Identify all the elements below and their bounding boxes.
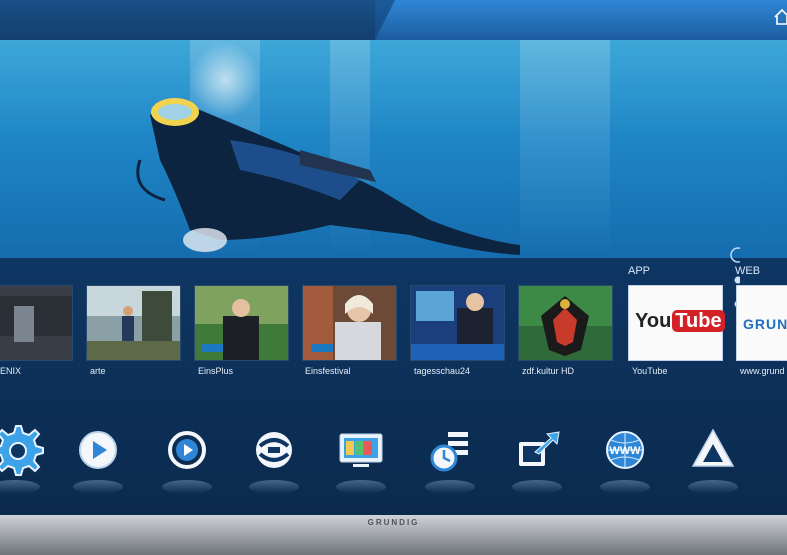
home-icon[interactable] (773, 8, 787, 26)
tv-screen: APP WEB ENIX arte EinsPlus Einsfestival … (0, 0, 787, 515)
play-icon[interactable] (68, 420, 128, 480)
hero-banner-diver[interactable] (0, 40, 787, 258)
channel-label: zdf.kultur HD (522, 366, 575, 376)
top-tab-right[interactable] (375, 0, 787, 40)
sharing-icon[interactable] (244, 420, 304, 480)
diver-image (136, 42, 520, 255)
app-label: www.grund (740, 366, 785, 376)
channel-tile-arte[interactable] (86, 285, 181, 361)
top-bar (0, 0, 787, 41)
app-tile-grundig-web[interactable]: GRUN (736, 285, 787, 361)
triangle-app-icon[interactable] (683, 420, 743, 480)
dock-reflection (336, 480, 386, 494)
dock-reflection (600, 480, 650, 494)
grundig-web-logo: GRUN (743, 316, 787, 332)
channel-label: tagesschau24 (414, 366, 471, 376)
media-player-icon[interactable] (157, 420, 217, 480)
dock-reflection (0, 480, 40, 494)
channel-label: arte (90, 366, 106, 376)
section-app-label: APP (628, 265, 651, 277)
brand-logo: GRUNDIG (367, 518, 420, 527)
channel-tile-tagesschau24[interactable] (410, 285, 505, 361)
share-export-icon[interactable] (507, 420, 567, 480)
settings-gear-icon[interactable] (0, 420, 46, 480)
channel-tile-zdf-kultur[interactable] (518, 285, 613, 361)
channel-tile-einsplus[interactable] (194, 285, 289, 361)
dock-reflection (512, 480, 562, 494)
timer-list-icon[interactable] (420, 420, 480, 480)
tv-monitor-icon[interactable] (331, 420, 391, 480)
channel-label: EinsPlus (198, 366, 234, 376)
dock-reflection (688, 480, 738, 494)
dock-reflection (73, 480, 123, 494)
top-tab-left[interactable] (0, 0, 375, 40)
app-label: YouTube (632, 366, 668, 376)
channel-label: ENIX (0, 366, 22, 376)
channel-tile-einsfestival[interactable] (302, 285, 397, 361)
www-browser-icon[interactable]: WWW (595, 420, 655, 480)
youtube-logo: You Tube (635, 310, 725, 333)
svg-text:WWW: WWW (609, 445, 641, 457)
channel-tile-enix[interactable] (0, 285, 73, 361)
channel-label: Einsfestival (305, 366, 351, 376)
dock-reflection (162, 480, 212, 494)
app-tile-youtube[interactable]: You Tube (628, 285, 725, 361)
dock-reflection (249, 480, 299, 494)
dock-reflection (425, 480, 475, 494)
